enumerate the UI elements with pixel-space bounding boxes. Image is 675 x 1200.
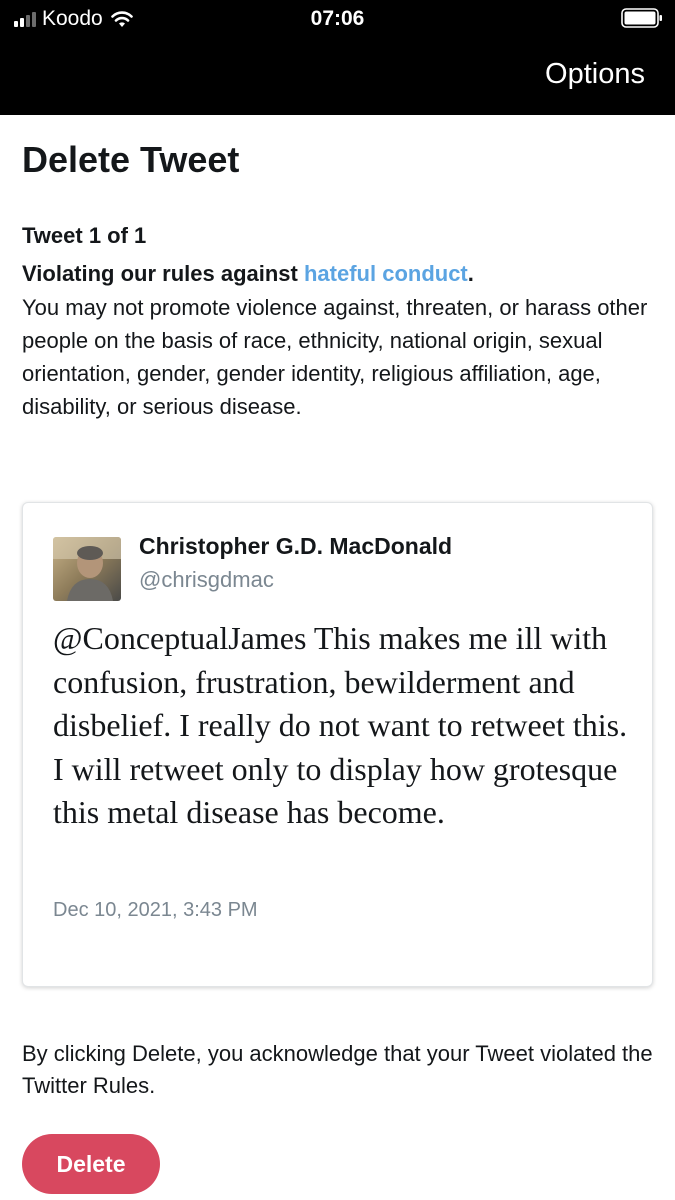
tweet-count: Tweet 1 of 1 xyxy=(22,223,147,248)
acknowledgement-text: By clicking Delete, you acknowledge that… xyxy=(22,1041,653,1098)
delete-button[interactable]: Delete xyxy=(22,1134,160,1194)
page-title: Delete Tweet xyxy=(22,139,240,180)
main-content: Delete Tweet Tweet 1 of 1 Violating our … xyxy=(22,115,653,423)
battery-icon xyxy=(621,8,662,28)
options-button[interactable]: Options xyxy=(545,58,645,91)
violation-prefix: Violating our rules against xyxy=(22,261,304,286)
status-time: 07:06 xyxy=(310,7,365,30)
avatar-image xyxy=(53,537,121,601)
tweet-date: Dec 10, 2021, 3:43 PM xyxy=(53,899,258,921)
tweet-card: Christopher G.D. MacDonald @chrisgdmac @… xyxy=(22,502,653,987)
hateful-conduct-link[interactable]: hateful conduct xyxy=(304,261,468,286)
author-name: Christopher G.D. MacDonald xyxy=(139,533,453,559)
top-bar: Koodo 07:06 Options xyxy=(0,0,675,115)
author-handle: @chrisgdmac xyxy=(139,567,274,592)
violation-heading: Violating our rules against hateful cond… xyxy=(22,259,653,289)
avatar xyxy=(53,537,121,601)
violation-description: You may not promote violence against, th… xyxy=(22,295,648,419)
tweet-text: @ConceptualJames This makes me ill with … xyxy=(53,620,628,830)
violation-suffix: . xyxy=(467,261,474,286)
